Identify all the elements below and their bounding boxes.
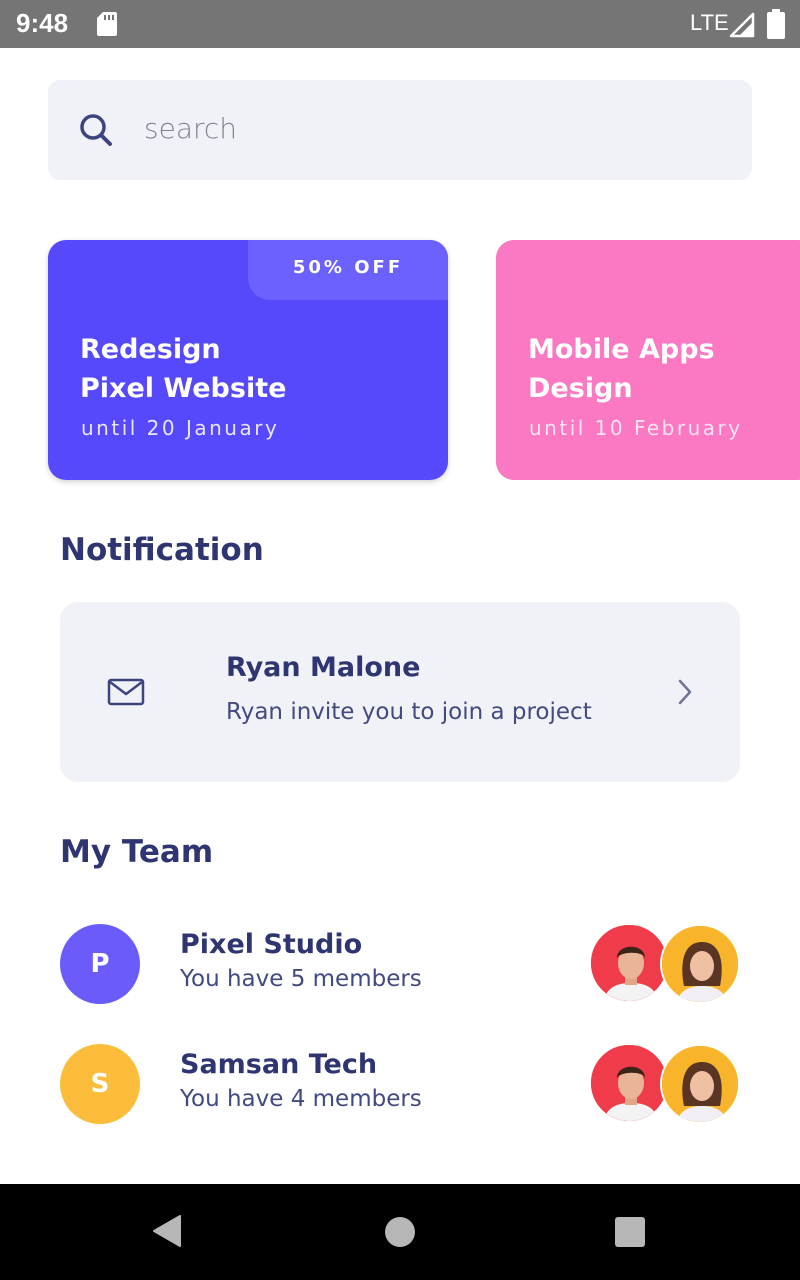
notification-card[interactable] xyxy=(60,602,740,782)
back-icon[interactable] xyxy=(152,1214,182,1248)
recents-icon[interactable] xyxy=(615,1217,645,1247)
search-icon[interactable] xyxy=(78,112,114,148)
chevron-right-icon[interactable] xyxy=(676,678,694,706)
card-date: until 20 January xyxy=(81,416,280,440)
man-avatar-icon xyxy=(591,925,667,1001)
network-type-label: LTE xyxy=(690,10,729,35)
signal-icon xyxy=(729,12,755,38)
notification-sender: Ryan Malone xyxy=(226,652,421,683)
discount-badge: 50% OFF xyxy=(248,240,448,300)
card-title: Mobile Apps Design xyxy=(528,330,800,408)
member-avatar xyxy=(660,1044,740,1124)
my-team-heading: My Team xyxy=(60,834,214,870)
promo-card-redesign[interactable]: 50% OFF Redesign Pixel Website until 20 … xyxy=(48,240,448,480)
card-title-line: Redesign xyxy=(80,334,221,365)
notification-heading: Notification xyxy=(60,532,264,568)
woman-avatar-icon xyxy=(662,926,738,1002)
card-date: until 10 February xyxy=(529,416,743,440)
team-name[interactable]: Pixel Studio xyxy=(180,929,362,960)
battery-icon xyxy=(767,9,785,39)
man-avatar-icon xyxy=(591,1045,667,1121)
member-avatar xyxy=(589,923,669,1003)
search-input[interactable] xyxy=(144,104,704,152)
team-avatar[interactable]: S xyxy=(60,1044,140,1124)
team-member-count: You have 5 members xyxy=(180,966,422,992)
status-time: 9:48 xyxy=(16,8,69,38)
card-title-line: Mobile Apps xyxy=(528,334,715,365)
card-title: Redesign Pixel Website xyxy=(80,330,420,408)
member-avatar xyxy=(660,924,740,1004)
home-icon[interactable] xyxy=(385,1217,415,1247)
status-bar: 9:48 LTE xyxy=(0,0,800,48)
mail-icon xyxy=(107,678,145,706)
team-name[interactable]: Samsan Tech xyxy=(180,1049,377,1080)
sd-card-icon xyxy=(97,12,117,36)
promo-card-mobile-apps[interactable]: Mobile Apps Design until 10 February xyxy=(496,240,800,480)
card-title-line: Design xyxy=(528,373,633,404)
woman-avatar-icon xyxy=(662,1046,738,1122)
member-avatar xyxy=(589,1043,669,1123)
team-avatar[interactable]: P xyxy=(60,924,140,1004)
notification-message: Ryan invite you to join a project xyxy=(226,699,592,725)
team-member-count: You have 4 members xyxy=(180,1086,422,1112)
card-title-line: Pixel Website xyxy=(80,373,287,404)
